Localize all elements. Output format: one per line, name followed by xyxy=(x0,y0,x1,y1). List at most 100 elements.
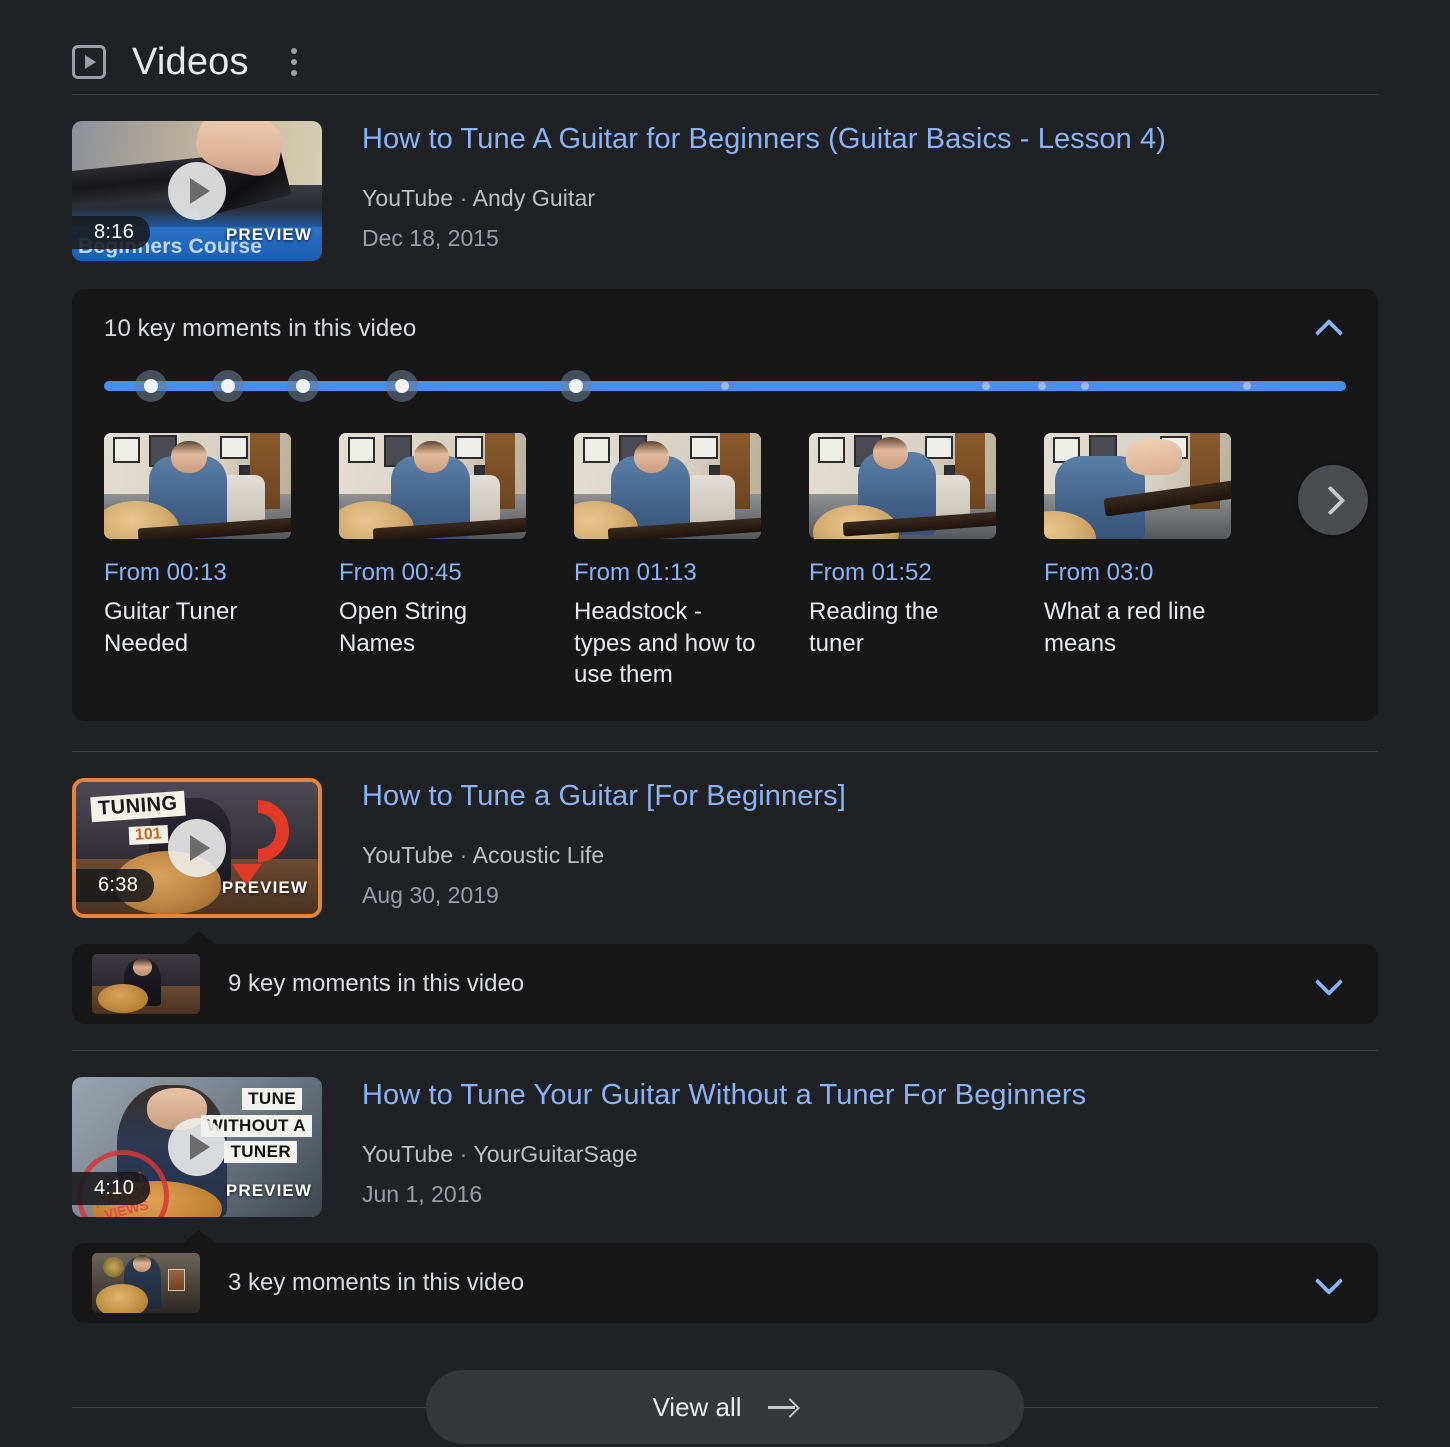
preview-label: PREVIEW xyxy=(226,1181,312,1201)
key-moment-thumbnail[interactable] xyxy=(809,433,996,539)
callout-pointer xyxy=(182,931,216,945)
video-date: Jun 1, 2016 xyxy=(362,1181,1086,1208)
key-moments-heading: 10 key moments in this video xyxy=(104,315,416,343)
video-result-2[interactable]: TUNING 101 6:38 PREVIEW How to Tune a Gu… xyxy=(0,752,1450,918)
play-button-icon[interactable] xyxy=(168,1118,226,1176)
video-source: YouTube · YourGuitarSage xyxy=(362,1141,1086,1168)
key-moments-collapsed-3[interactable]: 3 key moments in this video xyxy=(72,1243,1378,1323)
video-duration-badge: 8:16 xyxy=(72,216,150,249)
key-moment-time[interactable]: From 01:13 xyxy=(574,559,761,587)
key-moment-item[interactable]: From 03:0 What a red line means xyxy=(1044,433,1231,691)
key-moment-label: Headstock - types and how to use them xyxy=(574,596,761,691)
play-button-icon[interactable] xyxy=(168,819,226,877)
video-date: Dec 18, 2015 xyxy=(362,225,1166,252)
thumbnail-artwork xyxy=(104,433,291,539)
key-moment-thumbnail[interactable] xyxy=(104,433,291,539)
timeline-dot[interactable] xyxy=(1038,382,1046,390)
video-title-link[interactable]: How to Tune a Guitar [For Beginners] xyxy=(362,780,846,814)
panel-header: Videos xyxy=(0,0,1450,72)
thumbnail-text-3: TUNER xyxy=(224,1141,297,1163)
source-separator: · xyxy=(460,1141,468,1167)
key-moments-header-1[interactable]: 10 key moments in this video xyxy=(72,315,1378,343)
chevron-right-icon[interactable] xyxy=(1298,465,1368,535)
thumbnail-artwork xyxy=(92,1253,200,1313)
timeline-dot[interactable] xyxy=(982,382,990,390)
chevron-down-icon[interactable] xyxy=(1316,1270,1342,1296)
view-all-button[interactable]: View all xyxy=(426,1370,1024,1444)
key-moments-collapsed-2[interactable]: 9 key moments in this video xyxy=(72,944,1378,1024)
key-moment-label: Open String Names xyxy=(339,596,526,659)
channel-name: Andy Guitar xyxy=(473,185,596,211)
key-moment-item[interactable]: From 00:13 Guitar Tuner Needed xyxy=(104,433,291,691)
source-separator: · xyxy=(460,185,468,211)
menu-dot xyxy=(291,70,297,76)
key-moment-thumbnail[interactable] xyxy=(1044,433,1231,539)
key-moment-item[interactable]: From 01:13 Headstock - types and how to … xyxy=(574,433,761,691)
key-moments-timeline[interactable] xyxy=(104,369,1346,403)
chevron-up-icon[interactable] xyxy=(1316,316,1342,342)
video-source: YouTube · Andy Guitar xyxy=(362,185,1166,212)
video-title-link[interactable]: How to Tune Your Guitar Without a Tuner … xyxy=(362,1079,1086,1113)
video-meta-3: How to Tune Your Guitar Without a Tuner … xyxy=(362,1077,1086,1208)
preview-label: PREVIEW xyxy=(226,225,312,245)
thumbnail-text-1: TUNE xyxy=(242,1088,302,1110)
video-title-link[interactable]: How to Tune A Guitar for Beginners (Guit… xyxy=(362,123,1166,157)
timeline-marker[interactable] xyxy=(212,370,244,402)
key-moments-card-1: 10 key moments in this video xyxy=(72,289,1378,721)
key-moment-time[interactable]: From 00:45 xyxy=(339,559,526,587)
platform-name: YouTube xyxy=(362,1141,453,1167)
menu-dot xyxy=(291,48,297,54)
preview-label: PREVIEW xyxy=(222,878,308,898)
play-triangle-icon xyxy=(190,835,210,861)
timeline-marker[interactable] xyxy=(287,370,319,402)
key-moments-mini-thumbnail xyxy=(92,1253,200,1313)
key-moment-time[interactable]: From 00:13 xyxy=(104,559,291,587)
platform-name: YouTube xyxy=(362,185,453,211)
video-thumbnail-2[interactable]: TUNING 101 6:38 PREVIEW xyxy=(72,778,322,918)
callout-pointer xyxy=(182,1230,216,1244)
key-moment-label: What a red line means xyxy=(1044,596,1231,659)
timeline-marker[interactable] xyxy=(135,370,167,402)
timeline-dot[interactable] xyxy=(721,382,729,390)
three-dot-menu-icon[interactable] xyxy=(281,42,307,82)
arrow-right-icon xyxy=(768,1398,798,1416)
video-result-3[interactable]: TUNE WITHOUT A TUNER OVER 1 MILLION VIEW… xyxy=(0,1051,1450,1217)
play-triangle-icon xyxy=(190,1134,210,1160)
video-duration-badge: 6:38 xyxy=(76,869,154,902)
key-moments-strip: From 00:13 Guitar Tuner Needed From 00:4… xyxy=(72,403,1378,691)
key-moment-thumbnail[interactable] xyxy=(339,433,526,539)
view-all-label: View all xyxy=(652,1392,741,1423)
play-triangle-icon xyxy=(190,178,210,204)
key-moment-thumbnail[interactable] xyxy=(574,433,761,539)
thumbnail-artwork xyxy=(574,433,761,539)
thumbnail-artwork xyxy=(809,433,996,539)
timeline-marker[interactable] xyxy=(386,370,418,402)
key-moments-heading: 3 key moments in this video xyxy=(228,1269,1316,1297)
channel-name: YourGuitarSage xyxy=(473,1141,637,1167)
thumbnail-artwork xyxy=(1044,433,1231,539)
key-moment-label: Guitar Tuner Needed xyxy=(104,596,291,659)
key-moment-item[interactable]: From 01:52 Reading the tuner xyxy=(809,433,996,691)
video-thumbnail-3[interactable]: TUNE WITHOUT A TUNER OVER 1 MILLION VIEW… xyxy=(72,1077,322,1217)
video-play-icon xyxy=(72,45,106,79)
timeline-dot[interactable] xyxy=(1243,382,1251,390)
video-date: Aug 30, 2019 xyxy=(362,882,846,909)
play-triangle-icon xyxy=(85,55,96,69)
key-moment-item[interactable]: From 00:45 Open String Names xyxy=(339,433,526,691)
key-moment-time[interactable]: From 03:0 xyxy=(1044,559,1231,587)
thumbnail-artwork xyxy=(92,954,200,1014)
key-moment-label: Reading the tuner xyxy=(809,596,996,659)
video-meta-1: How to Tune A Guitar for Beginners (Guit… xyxy=(362,121,1166,252)
page-title: Videos xyxy=(132,41,249,84)
video-meta-2: How to Tune a Guitar [For Beginners] You… xyxy=(362,778,846,909)
play-button-icon[interactable] xyxy=(168,162,226,220)
chevron-down-icon[interactable] xyxy=(1316,971,1342,997)
key-moments-mini-thumbnail xyxy=(92,954,200,1014)
platform-name: YouTube xyxy=(362,842,453,868)
thumbnail-sign-bottom: 101 xyxy=(129,825,169,845)
menu-dot xyxy=(291,59,297,65)
video-result-1[interactable]: Beginners Course 8:16 PREVIEW How to Tun… xyxy=(0,95,1450,261)
video-thumbnail-1[interactable]: Beginners Course 8:16 PREVIEW xyxy=(72,121,322,261)
key-moment-time[interactable]: From 01:52 xyxy=(809,559,996,587)
timeline-marker[interactable] xyxy=(560,370,592,402)
